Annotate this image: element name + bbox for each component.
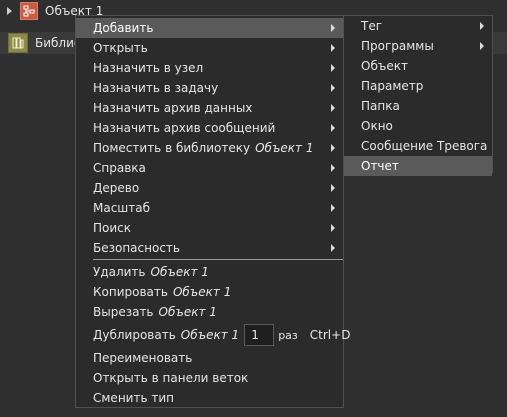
menu-item-label: Безопасность bbox=[93, 241, 180, 255]
menu-item-target: Объект 1 bbox=[180, 328, 240, 342]
chevron-right-icon bbox=[331, 104, 335, 112]
chevron-right-icon bbox=[331, 204, 335, 212]
menu-item-target: Объект 1 bbox=[158, 305, 217, 319]
menu-item-label: Папка bbox=[361, 99, 400, 113]
menu-item-label: Дерево bbox=[93, 181, 140, 195]
submenu-item-window[interactable]: Окно bbox=[344, 116, 492, 136]
menu-item-rename[interactable]: Переименовать bbox=[76, 348, 343, 368]
menu-item-label: Отчет bbox=[361, 159, 399, 173]
menu-item-label: Вырезать bbox=[93, 305, 154, 319]
chevron-right-icon bbox=[331, 144, 335, 152]
menu-item-target: Объект 1 bbox=[150, 265, 209, 279]
menu-item-delete[interactable]: Удалить Объект 1 bbox=[76, 262, 343, 282]
menu-item-add[interactable]: Добавить bbox=[76, 18, 343, 38]
menu-item-label: Поместить в библиотеку bbox=[93, 141, 251, 155]
menu-item-scale[interactable]: Масштаб bbox=[76, 198, 343, 218]
menu-item-target: Объект 1 bbox=[172, 285, 232, 299]
menu-item-tree[interactable]: Дерево bbox=[76, 178, 343, 198]
chevron-right-icon bbox=[331, 164, 335, 172]
submenu-item-report[interactable]: Отчет bbox=[344, 156, 492, 176]
menu-item-label: Переименовать bbox=[93, 351, 193, 365]
menu-item-assign-data-archive[interactable]: Назначить архив данных bbox=[76, 98, 343, 118]
menu-item-label: Сменить тип bbox=[93, 391, 174, 405]
menu-item-label: Параметр bbox=[361, 79, 424, 93]
duplicate-unit-label: раз bbox=[278, 328, 298, 342]
chevron-right-icon bbox=[480, 22, 484, 30]
menu-item-change-type[interactable]: Сменить тип bbox=[76, 388, 343, 408]
menu-item-label: Дублировать bbox=[93, 328, 176, 342]
submenu-item-alarm-message[interactable]: Сообщение Тревога bbox=[344, 136, 492, 156]
menu-item-put-in-library[interactable]: Поместить в библиотеку Объект 1 bbox=[76, 138, 343, 158]
menu-item-security[interactable]: Безопасность bbox=[76, 238, 343, 258]
chevron-right-icon bbox=[331, 244, 335, 252]
duplicate-count-input[interactable] bbox=[244, 324, 275, 346]
menu-item-label: Удалить bbox=[93, 265, 146, 279]
menu-item-open[interactable]: Открыть bbox=[76, 38, 343, 58]
menu-item-help[interactable]: Справка bbox=[76, 158, 343, 178]
menu-item-duplicate[interactable]: Дублировать Объект 1 раз Ctrl+D bbox=[76, 322, 350, 348]
menu-item-assign-message-archive[interactable]: Назначить архив сообщений bbox=[76, 118, 343, 138]
menu-item-label: Копировать bbox=[93, 285, 168, 299]
submenu-item-object[interactable]: Объект bbox=[344, 56, 492, 76]
menu-item-label: Назначить архив данных bbox=[93, 101, 253, 115]
menu-item-label: Добавить bbox=[93, 21, 154, 35]
expand-arrow-icon[interactable] bbox=[7, 7, 12, 15]
menu-item-label: Тег bbox=[361, 19, 383, 33]
submenu-item-programs[interactable]: Программы bbox=[344, 36, 492, 56]
menu-item-assign-task[interactable]: Назначить в задачу bbox=[76, 78, 343, 98]
menu-item-label: Открыть в панели веток bbox=[93, 371, 249, 385]
chevron-right-icon bbox=[331, 184, 335, 192]
chevron-right-icon bbox=[331, 124, 335, 132]
chevron-right-icon bbox=[331, 44, 335, 52]
menu-item-label: Справка bbox=[93, 161, 146, 175]
duplicate-shortcut: Ctrl+D bbox=[309, 328, 351, 342]
chevron-right-icon bbox=[480, 42, 484, 50]
menu-item-label: Назначить в узел bbox=[93, 61, 204, 75]
menu-item-assign-node[interactable]: Назначить в узел bbox=[76, 58, 343, 78]
menu-item-cut[interactable]: Вырезать Объект 1 bbox=[76, 302, 343, 322]
object-icon bbox=[20, 2, 38, 20]
chevron-right-icon bbox=[331, 64, 335, 72]
add-submenu: Тег Программы Объект Параметр Папка Окно… bbox=[343, 15, 493, 176]
menu-item-label: Объект bbox=[361, 59, 408, 73]
menu-item-label: Масштаб bbox=[93, 201, 151, 215]
menu-item-target: Объект 1 bbox=[255, 141, 314, 155]
menu-item-label: Назначить архив сообщений bbox=[93, 121, 276, 135]
library-icon bbox=[8, 33, 28, 53]
menu-separator bbox=[93, 259, 343, 260]
menu-item-label: Окно bbox=[361, 119, 393, 133]
submenu-item-parameter[interactable]: Параметр bbox=[344, 76, 492, 96]
submenu-item-tag[interactable]: Тег bbox=[344, 16, 492, 36]
menu-item-open-in-branch-panel[interactable]: Открыть в панели веток bbox=[76, 368, 343, 388]
menu-item-label: Программы bbox=[361, 39, 434, 53]
chevron-right-icon bbox=[331, 24, 335, 32]
chevron-right-icon bbox=[331, 84, 335, 92]
menu-item-search[interactable]: Поиск bbox=[76, 218, 343, 238]
chevron-right-icon bbox=[331, 224, 335, 232]
menu-item-label: Назначить в задачу bbox=[93, 81, 219, 95]
menu-item-label: Открыть bbox=[93, 41, 148, 55]
submenu-item-folder[interactable]: Папка bbox=[344, 96, 492, 116]
menu-item-label: Сообщение Тревога bbox=[361, 139, 488, 153]
menu-item-copy[interactable]: Копировать Объект 1 bbox=[76, 282, 343, 302]
context-menu: Добавить Открыть Назначить в узел Назнач… bbox=[75, 15, 350, 408]
menu-item-label: Поиск bbox=[93, 221, 132, 235]
